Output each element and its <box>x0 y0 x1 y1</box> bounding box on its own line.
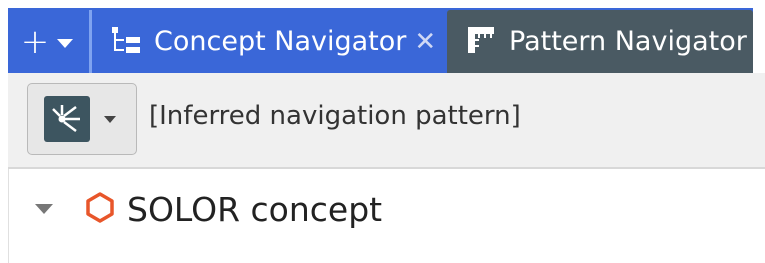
tab-concept-navigator[interactable]: Concept Navigator ✕ <box>89 10 441 73</box>
expand-triangle-icon[interactable] <box>35 204 53 214</box>
tab-label: Pattern Navigator <box>509 26 747 57</box>
close-icon[interactable]: ✕ <box>414 27 436 57</box>
navigation-pattern-label: [Inferred navigation pattern] <box>149 101 521 131</box>
view-mode-dropdown-button[interactable] <box>27 83 137 155</box>
hexagon-icon <box>85 191 115 227</box>
tree-item-label: SOLOR concept <box>127 189 383 229</box>
concept-tree: SOLOR concept <box>8 169 765 263</box>
add-tab-menu-button[interactable]: + <box>8 10 86 73</box>
chevron-down-icon <box>104 115 116 123</box>
inferred-navigation-icon <box>44 96 90 142</box>
ruler-icon <box>465 24 497 60</box>
plus-icon: + <box>20 21 50 62</box>
tab-bar: + Concept Navigator ✕ Pattern Navigator <box>0 0 765 73</box>
tree-item[interactable]: SOLOR concept <box>35 185 382 233</box>
hierarchy-icon <box>110 25 142 59</box>
chevron-down-icon <box>57 39 74 48</box>
tab-label: Concept Navigator <box>154 26 407 57</box>
tab-pattern-navigator[interactable]: Pattern Navigator <box>447 10 753 73</box>
navigator-toolbar: [Inferred navigation pattern] <box>8 73 765 169</box>
